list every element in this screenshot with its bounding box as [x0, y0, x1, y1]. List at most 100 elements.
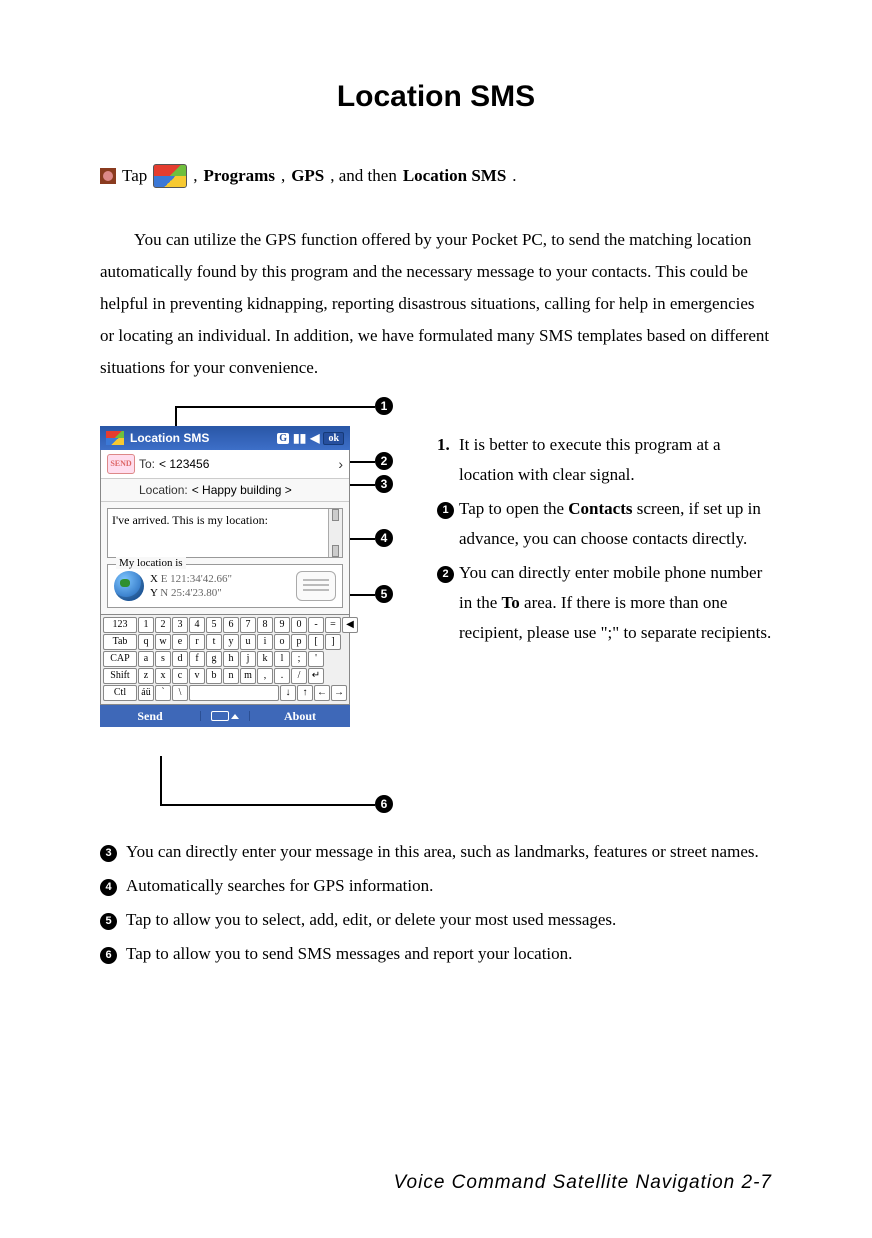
- key[interactable]: =: [325, 617, 341, 633]
- location-value[interactable]: < Happy building >: [192, 483, 343, 497]
- key[interactable]: 123: [103, 617, 137, 633]
- key[interactable]: áü: [138, 685, 154, 701]
- key[interactable]: l: [274, 651, 290, 667]
- key[interactable]: 0: [291, 617, 307, 633]
- templates-bubble-icon[interactable]: [296, 571, 336, 601]
- key[interactable]: 2: [155, 617, 171, 633]
- desc-6: Tap to allow you to send SMS messages an…: [126, 938, 772, 970]
- key[interactable]: b: [206, 668, 222, 684]
- key[interactable]: f: [189, 651, 205, 667]
- footer-bar: Send About: [100, 705, 350, 727]
- key[interactable]: 1: [138, 617, 154, 633]
- to-field-row: SEND To: < 123456 ›: [101, 450, 349, 479]
- key[interactable]: s: [155, 651, 171, 667]
- key[interactable]: t: [206, 634, 222, 650]
- period: .: [512, 166, 516, 186]
- key[interactable]: 7: [240, 617, 256, 633]
- key[interactable]: Shift: [103, 668, 137, 684]
- comma2: ,: [281, 166, 285, 186]
- speaker-icon: ◀: [310, 426, 319, 450]
- key[interactable]: 8: [257, 617, 273, 633]
- key[interactable]: CAP: [103, 651, 137, 667]
- key[interactable]: Tab: [103, 634, 137, 650]
- key[interactable]: ◀: [342, 617, 358, 633]
- ok-button[interactable]: ok: [323, 432, 344, 445]
- key[interactable]: k: [257, 651, 273, 667]
- then-text: , and then: [330, 166, 397, 186]
- key[interactable]: e: [172, 634, 188, 650]
- key[interactable]: ]: [325, 634, 341, 650]
- key[interactable]: p: [291, 634, 307, 650]
- desc-2: You can directly enter mobile phone numb…: [459, 558, 772, 648]
- key[interactable]: i: [257, 634, 273, 650]
- location-label: Location:: [139, 483, 188, 497]
- contacts-arrow-icon[interactable]: ›: [338, 456, 343, 472]
- key[interactable]: ;: [291, 651, 307, 667]
- gps-text: GPS: [291, 166, 324, 186]
- key[interactable]: .: [274, 668, 290, 684]
- desc-3: You can directly enter your message in t…: [126, 836, 772, 868]
- key[interactable]: `: [155, 685, 171, 701]
- key[interactable]: ↵: [308, 668, 324, 684]
- to-value[interactable]: < 123456: [159, 457, 334, 471]
- key[interactable]: ': [308, 651, 324, 667]
- key[interactable]: [: [308, 634, 324, 650]
- key[interactable]: 5: [206, 617, 222, 633]
- key[interactable]: y: [223, 634, 239, 650]
- key[interactable]: q: [138, 634, 154, 650]
- key[interactable]: 9: [274, 617, 290, 633]
- onscreen-keyboard[interactable]: 1231234567890-=◀ Tabqwertyuiop[] CAPasdf…: [101, 614, 349, 704]
- start-flag-icon[interactable]: [106, 431, 124, 445]
- key[interactable]: -: [308, 617, 324, 633]
- key[interactable]: /: [291, 668, 307, 684]
- about-softkey[interactable]: About: [250, 709, 350, 724]
- key[interactable]: z: [138, 668, 154, 684]
- group-legend: My location is: [116, 557, 186, 569]
- key[interactable]: ←: [314, 685, 330, 701]
- key[interactable]: u: [240, 634, 256, 650]
- key[interactable]: c: [172, 668, 188, 684]
- key[interactable]: r: [189, 634, 205, 650]
- key[interactable]: [189, 685, 279, 701]
- key[interactable]: w: [155, 634, 171, 650]
- callout-descriptions-lower: 3 You can directly enter your message in…: [100, 836, 772, 970]
- key[interactable]: d: [172, 651, 188, 667]
- key[interactable]: ,: [257, 668, 273, 684]
- screenshot-figure: 1 2 3 4 5 6 Location SMS G ▮▮ ◀ ok: [100, 406, 405, 816]
- key[interactable]: 3: [172, 617, 188, 633]
- tip-text: It is better to execute this program at …: [459, 430, 772, 490]
- scrollbar[interactable]: [328, 509, 342, 557]
- send-softkey[interactable]: Send: [100, 709, 200, 724]
- key[interactable]: j: [240, 651, 256, 667]
- key[interactable]: m: [240, 668, 256, 684]
- titlebar: Location SMS G ▮▮ ◀ ok: [100, 426, 350, 450]
- page-footer: Voice Command Satellite Navigation 2-7: [100, 1172, 772, 1194]
- key[interactable]: ↑: [297, 685, 313, 701]
- key[interactable]: \: [172, 685, 188, 701]
- key[interactable]: →: [331, 685, 347, 701]
- key[interactable]: x: [155, 668, 171, 684]
- key[interactable]: ↓: [280, 685, 296, 701]
- start-menu-icon: [153, 164, 187, 188]
- key[interactable]: o: [274, 634, 290, 650]
- to-label: To:: [139, 457, 155, 471]
- key[interactable]: n: [223, 668, 239, 684]
- key[interactable]: g: [206, 651, 222, 667]
- key[interactable]: 6: [223, 617, 239, 633]
- keyboard-icon: [211, 711, 229, 721]
- desc-6-badge: 6: [100, 947, 117, 964]
- tap-text: Tap: [122, 166, 147, 186]
- send-envelope-icon[interactable]: SEND: [107, 454, 135, 474]
- key[interactable]: 4: [189, 617, 205, 633]
- key[interactable]: Ctl: [103, 685, 137, 701]
- coord-x: E 121:34'42.66": [150, 572, 232, 586]
- desc-4-badge: 4: [100, 879, 117, 896]
- key[interactable]: h: [223, 651, 239, 667]
- key[interactable]: v: [189, 668, 205, 684]
- key[interactable]: a: [138, 651, 154, 667]
- message-textarea[interactable]: I've arrived. This is my location:: [107, 508, 343, 558]
- my-location-group: My location is E 121:34'42.66" N 25:4'23…: [107, 564, 343, 608]
- keyboard-toggle[interactable]: [200, 711, 250, 721]
- desc-1: Tap to open the Contacts screen, if set …: [459, 494, 772, 554]
- desc-4: Automatically searches for GPS informati…: [126, 870, 772, 902]
